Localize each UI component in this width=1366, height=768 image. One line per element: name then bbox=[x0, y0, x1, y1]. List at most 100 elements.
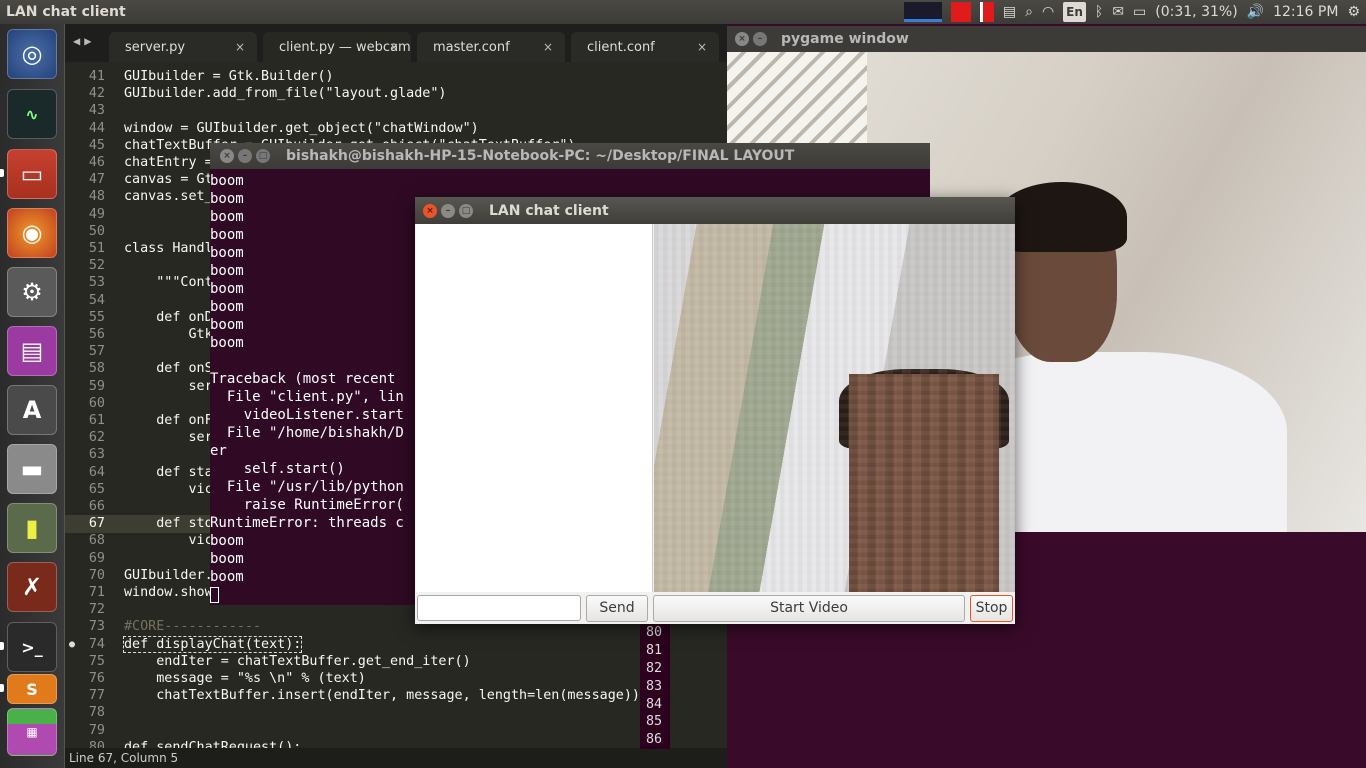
workspace-switcher-icon[interactable]: ▦ bbox=[7, 708, 57, 756]
close-icon[interactable]: × bbox=[235, 40, 245, 54]
line-number: 82 bbox=[640, 659, 670, 678]
window-title: bishakh@bishakh-HP-15-Notebook-PC: ~/Des… bbox=[286, 148, 795, 164]
software-updater-icon[interactable]: A bbox=[7, 385, 57, 435]
language-indicator[interactable]: En bbox=[1063, 2, 1086, 22]
wifi-icon[interactable]: ◠ bbox=[1042, 2, 1054, 22]
power-statistics-icon[interactable]: ▮ bbox=[7, 503, 57, 553]
search-icon[interactable]: ⌕ bbox=[1025, 2, 1033, 22]
tab-server-py[interactable]: server.py × bbox=[109, 32, 257, 62]
battery-icon[interactable]: ▭ bbox=[1133, 2, 1146, 22]
chat-entry[interactable] bbox=[417, 595, 581, 621]
close-icon[interactable]: × bbox=[735, 32, 749, 46]
line-number: 83 bbox=[640, 677, 670, 696]
cpu-indicator-icon[interactable] bbox=[950, 2, 971, 22]
clock[interactable]: 12:16 PM bbox=[1273, 2, 1338, 22]
line-number: 86 bbox=[640, 731, 670, 750]
chat-titlebar[interactable]: × – □ LAN chat client bbox=[415, 197, 1015, 224]
line-number: 75 bbox=[88, 653, 105, 669]
code-line[interactable]: 76 message = "%s \n" % (text) bbox=[65, 670, 727, 687]
maximize-icon[interactable]: □ bbox=[256, 149, 270, 163]
close-icon[interactable]: × bbox=[697, 40, 707, 54]
code-text: GUIbuilder = Gtk.Builder() bbox=[124, 69, 334, 84]
close-icon[interactable]: × bbox=[543, 40, 553, 54]
line-number: 84 bbox=[640, 695, 670, 714]
line-number: 79 bbox=[88, 722, 105, 738]
code-text: def onD bbox=[124, 309, 213, 325]
session-gear-icon[interactable]: ⚙ bbox=[1347, 2, 1360, 22]
terminal-icon[interactable]: >_ bbox=[7, 622, 57, 672]
line-number: 50 bbox=[88, 223, 105, 239]
minimize-icon[interactable]: – bbox=[441, 203, 455, 218]
volume-icon[interactable]: 🔊 bbox=[1247, 2, 1264, 22]
modified-marker-icon: ● bbox=[69, 638, 76, 650]
code-text: chatTextBuffer.insert(endIter, message, … bbox=[124, 688, 640, 704]
code-text: class Handl bbox=[124, 241, 213, 256]
mail-icon[interactable]: ✉ bbox=[1112, 2, 1124, 22]
code-text: canvas.set_ bbox=[124, 189, 213, 205]
network-graph-icon[interactable] bbox=[903, 2, 942, 22]
person-hair bbox=[997, 182, 1127, 252]
maximize-icon[interactable]: □ bbox=[459, 203, 473, 218]
keyboard-icon[interactable]: ▤ bbox=[1003, 2, 1016, 22]
line-number: 67 bbox=[88, 516, 105, 532]
editor-tabbar: ◀▶ server.py × client.py — webcam × master… bbox=[65, 24, 727, 62]
sublime-text-icon[interactable]: S bbox=[7, 674, 57, 704]
ubuntu-dash-icon[interactable]: ◎ bbox=[7, 29, 57, 79]
start-video-button[interactable]: Start Video bbox=[653, 594, 965, 622]
unity-tweak-icon[interactable]: ▤ bbox=[7, 326, 57, 376]
code-line[interactable]: 79 bbox=[65, 722, 727, 739]
tab-label: server.py bbox=[125, 39, 186, 55]
memory-indicator-icon[interactable] bbox=[979, 2, 994, 22]
terminal-titlebar[interactable]: × – □ bishakh@bishakh-HP-15-Notebook-PC:… bbox=[210, 143, 930, 169]
minimize-icon[interactable]: – bbox=[238, 149, 252, 163]
code-text: #CORE------------ bbox=[124, 619, 262, 635]
system-monitor-icon[interactable]: ∿ bbox=[7, 89, 57, 139]
line-number: 73 bbox=[88, 619, 105, 635]
tab-label: client.conf bbox=[587, 39, 655, 55]
line-number: 71 bbox=[88, 585, 105, 600]
close-icon[interactable]: × bbox=[220, 149, 234, 163]
files-icon[interactable]: ▭ bbox=[7, 149, 57, 199]
code-line[interactable]: 42 GUIbuilder.add_from_file("layout.glade… bbox=[65, 85, 727, 102]
tab-master-conf[interactable]: master.conf × bbox=[417, 32, 565, 62]
code-text: ser bbox=[124, 430, 213, 446]
close-icon[interactable]: × bbox=[389, 40, 399, 54]
minimize-icon[interactable]: – bbox=[753, 32, 767, 46]
system-settings-icon[interactable]: ⚙ bbox=[7, 267, 57, 317]
editor-statusbar: Line 67, Column 5 bbox=[65, 748, 727, 768]
code-line[interactable]: 44 window = GUIbuilder.get_object("chatWi… bbox=[65, 120, 727, 137]
line-number: 54 bbox=[88, 292, 105, 308]
firefox-icon[interactable]: ◉ bbox=[7, 208, 57, 258]
tab-client-conf[interactable]: client.conf × bbox=[571, 32, 719, 62]
code-line[interactable]: 75 endIter = chatTextBuffer.get_end_iter… bbox=[65, 653, 727, 670]
code-line[interactable]: 80 def sendChatRequest(): bbox=[65, 739, 727, 748]
line-number: 52 bbox=[88, 258, 105, 274]
line-number: 70 bbox=[88, 567, 105, 583]
code-line[interactable]: 77 chatTextBuffer.insert(endIter, messag… bbox=[65, 687, 727, 704]
gimp-icon[interactable]: ✗ bbox=[7, 562, 57, 612]
code-text: window.show bbox=[124, 585, 213, 600]
battery-status[interactable]: (0:31, 31%) bbox=[1155, 2, 1237, 22]
close-icon[interactable]: × bbox=[423, 203, 437, 218]
code-line[interactable]: 43 bbox=[65, 102, 727, 119]
tab-nav-arrows-icon[interactable]: ◀▶ bbox=[73, 34, 95, 48]
chat-textview[interactable] bbox=[416, 224, 653, 592]
code-line[interactable]: 41 GUIbuilder = Gtk.Builder() bbox=[65, 68, 727, 85]
code-line[interactable]: 78 bbox=[65, 704, 727, 721]
code-text: endIter = chatTextBuffer.get_end_iter() bbox=[124, 653, 471, 669]
chat-controls: Send Start Video Stop bbox=[415, 592, 1015, 624]
disk-icon[interactable]: ▬ bbox=[7, 444, 57, 494]
code-text: def onF bbox=[124, 413, 213, 428]
tab-client-py[interactable]: client.py — webcam × bbox=[263, 32, 411, 62]
send-button[interactable]: Send bbox=[586, 594, 648, 622]
stop-button[interactable]: Stop bbox=[970, 594, 1013, 622]
code-text: ser bbox=[124, 378, 213, 394]
code-line[interactable]: 74 def displayChat(text): ● bbox=[65, 635, 727, 653]
video-canvas bbox=[654, 224, 1015, 592]
line-number: 77 bbox=[88, 688, 105, 704]
code-text: def onS bbox=[124, 361, 213, 377]
code-text: vic bbox=[124, 481, 213, 497]
bluetooth-icon[interactable]: ᛒ bbox=[1095, 2, 1103, 22]
pygame-titlebar[interactable]: × – pygame window bbox=[727, 26, 1366, 52]
line-number: 76 bbox=[88, 671, 105, 686]
